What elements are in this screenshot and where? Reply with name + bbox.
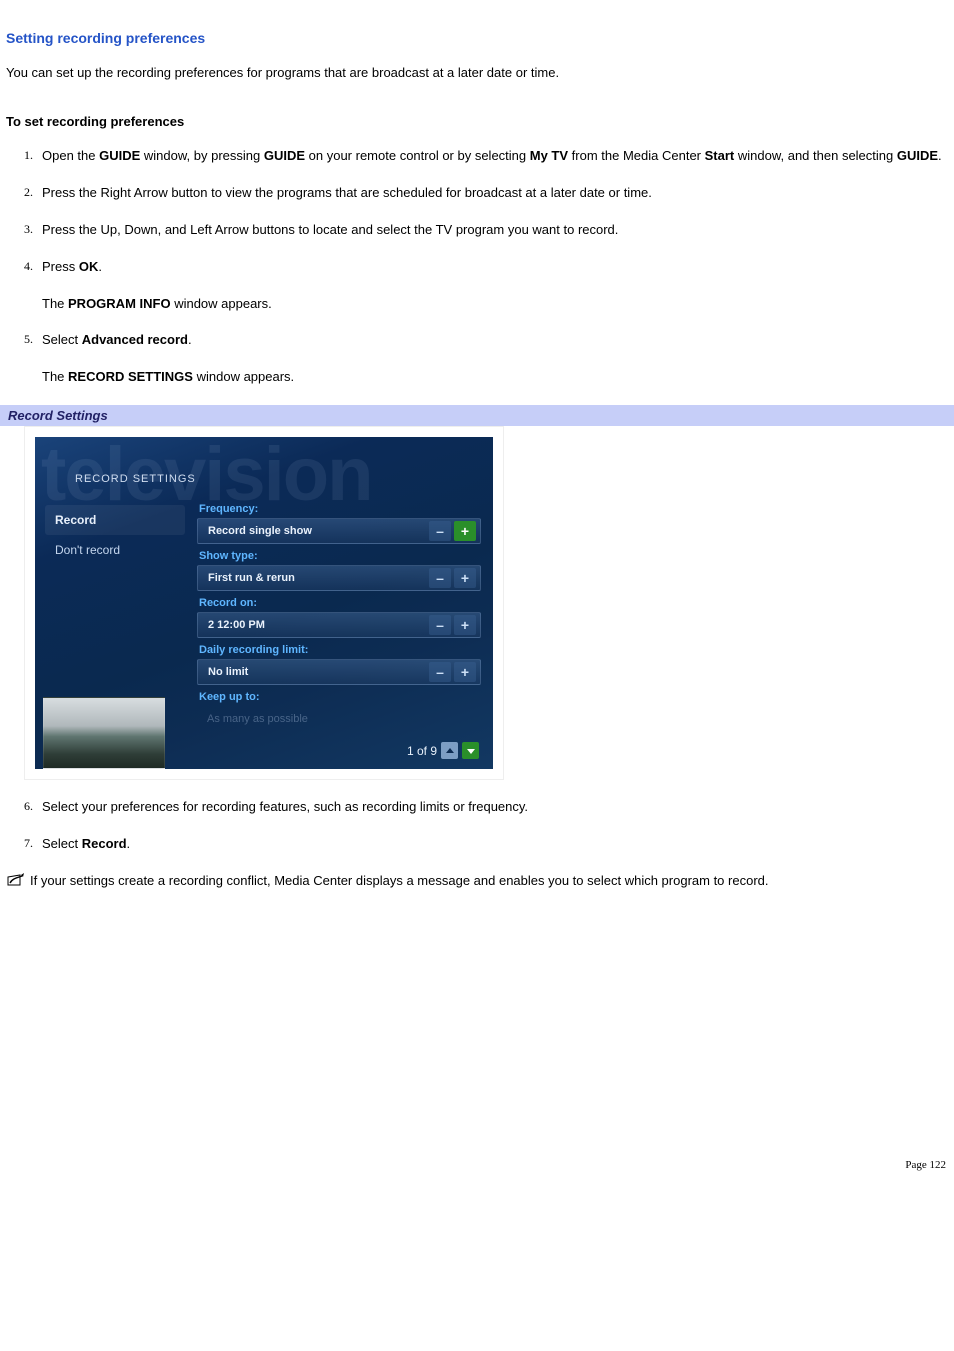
sidebar-item-record[interactable]: Record (45, 505, 185, 535)
steps-list-cont: 6. Select your preferences for recording… (6, 798, 948, 854)
intro-text: You can set up the recording preferences… (6, 64, 948, 82)
step-number: 1. (6, 147, 42, 166)
step-5: 5. Select Advanced record. The RECORD SE… (6, 331, 948, 387)
step-number: 2. (6, 184, 42, 203)
increment-button[interactable]: + (454, 662, 476, 682)
step-result: The RECORD SETTINGS window appears. (42, 368, 948, 387)
screen-title: RECORD SETTINGS (75, 473, 196, 485)
group-frequency: Frequency: Record single show – + (197, 503, 481, 544)
step-3: 3. Press the Up, Down, and Left Arrow bu… (6, 221, 948, 240)
steps-list: 1. Open the GUIDE window, by pressing GU… (6, 147, 948, 387)
preview-thumbnail (43, 697, 165, 769)
step-text: Press the Right Arrow button to view the… (42, 184, 948, 203)
record-settings-heading: Record Settings (0, 405, 954, 426)
subheading: To set recording preferences (6, 114, 948, 129)
step-2: 2. Press the Right Arrow button to view … (6, 184, 948, 203)
decrement-button[interactable]: – (429, 662, 451, 682)
step-number: 6. (6, 798, 42, 817)
setting-row[interactable]: Record single show – + (197, 518, 481, 544)
step-number: 7. (6, 835, 42, 854)
page-up-button[interactable] (441, 742, 458, 759)
step-text: Press the Up, Down, and Left Arrow butto… (42, 221, 948, 240)
step-result: The PROGRAM INFO window appears. (42, 295, 948, 314)
note-icon (6, 873, 26, 887)
settings-column: Frequency: Record single show – + Show t… (197, 503, 481, 738)
step-number: 3. (6, 221, 42, 240)
step-number: 5. (6, 331, 42, 387)
step-text: Select Record. (42, 835, 948, 854)
decrement-button[interactable]: – (429, 568, 451, 588)
step-text: Press OK. The PROGRAM INFO window appear… (42, 258, 948, 314)
step-7: 7. Select Record. (6, 835, 948, 854)
chevron-up-icon (445, 747, 455, 755)
decrement-button[interactable]: – (429, 521, 451, 541)
setting-label: Record on: (199, 597, 481, 609)
setting-value: First run & rerun (208, 572, 429, 584)
setting-row[interactable]: First run & rerun – + (197, 565, 481, 591)
group-record-on: Record on: 2 12:00 PM – + (197, 597, 481, 638)
step-text: Select your preferences for recording fe… (42, 798, 948, 817)
setting-value: 2 12:00 PM (208, 619, 429, 631)
group-show-type: Show type: First run & rerun – + (197, 550, 481, 591)
setting-row: As many as possible (197, 706, 481, 732)
setting-label: Keep up to: (199, 691, 481, 703)
setting-label: Daily recording limit: (199, 644, 481, 656)
page-title: Setting recording preferences (6, 30, 948, 46)
increment-button[interactable]: + (454, 615, 476, 635)
pager-text: 1 of 9 (407, 744, 437, 758)
pager: 1 of 9 (407, 742, 479, 759)
setting-value: Record single show (208, 525, 429, 537)
increment-button[interactable]: + (454, 521, 476, 541)
decrement-button[interactable]: – (429, 615, 451, 635)
group-keep-up-to: Keep up to: As many as possible (197, 691, 481, 732)
setting-label: Frequency: (199, 503, 481, 515)
page-down-button[interactable] (462, 742, 479, 759)
increment-button[interactable]: + (454, 568, 476, 588)
step-text: Select Advanced record. The RECORD SETTI… (42, 331, 948, 387)
setting-value: As many as possible (207, 713, 477, 725)
step-6: 6. Select your preferences for recording… (6, 798, 948, 817)
step-number: 4. (6, 258, 42, 314)
record-settings-screenshot: television RECORD SETTINGS Record Don't … (24, 426, 504, 780)
setting-label: Show type: (199, 550, 481, 562)
note-text: If your settings create a recording conf… (30, 873, 769, 888)
group-daily-limit: Daily recording limit: No limit – + (197, 644, 481, 685)
chevron-down-icon (466, 747, 476, 755)
sidebar: Record Don't record (45, 505, 185, 565)
step-4: 4. Press OK. The PROGRAM INFO window app… (6, 258, 948, 314)
setting-row[interactable]: No limit – + (197, 659, 481, 685)
setting-row[interactable]: 2 12:00 PM – + (197, 612, 481, 638)
page-footer: Page 122 (0, 1151, 954, 1189)
step-text: Open the GUIDE window, by pressing GUIDE… (42, 147, 948, 166)
step-1: 1. Open the GUIDE window, by pressing GU… (6, 147, 948, 166)
sidebar-item-dont-record[interactable]: Don't record (45, 535, 185, 565)
setting-value: No limit (208, 666, 429, 678)
